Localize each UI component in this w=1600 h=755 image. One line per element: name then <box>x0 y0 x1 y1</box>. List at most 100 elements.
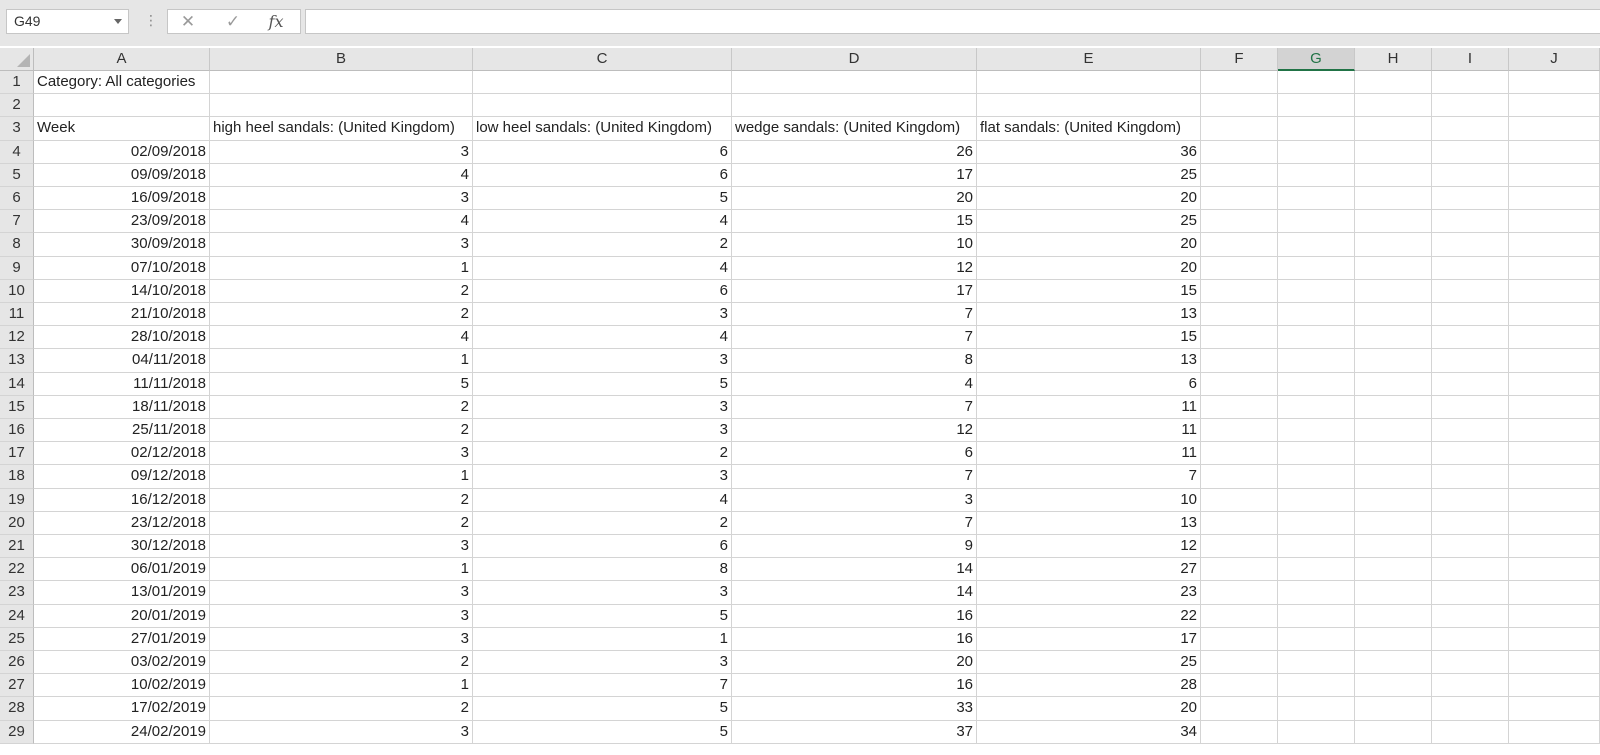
cell[interactable] <box>1432 279 1509 303</box>
cell[interactable] <box>1201 395 1278 419</box>
cell[interactable]: 25/11/2018 <box>34 419 210 443</box>
cell[interactable] <box>1432 256 1509 280</box>
cell[interactable]: 1 <box>210 256 473 280</box>
cell[interactable] <box>1432 210 1509 234</box>
cell[interactable] <box>1355 71 1432 95</box>
cell[interactable] <box>1201 94 1278 118</box>
cell[interactable]: 4 <box>210 326 473 350</box>
cell[interactable]: 25 <box>977 651 1201 675</box>
cell[interactable] <box>1355 511 1432 535</box>
cell[interactable]: 7 <box>732 511 977 535</box>
cell[interactable]: Week <box>34 117 210 141</box>
cell[interactable] <box>1278 210 1355 234</box>
cell[interactable]: 16/12/2018 <box>34 488 210 512</box>
cell[interactable]: 3 <box>473 651 732 675</box>
cell[interactable]: 11 <box>977 395 1201 419</box>
cell[interactable]: 26 <box>732 140 977 164</box>
cell[interactable] <box>1509 535 1600 559</box>
cell[interactable]: 2 <box>210 651 473 675</box>
column-header-h[interactable]: H <box>1355 48 1432 71</box>
cell[interactable] <box>1432 94 1509 118</box>
cell[interactable]: 25 <box>977 210 1201 234</box>
cell[interactable] <box>1201 651 1278 675</box>
cell[interactable]: 11/11/2018 <box>34 372 210 396</box>
cell[interactable] <box>1201 256 1278 280</box>
cell[interactable]: 16 <box>732 627 977 651</box>
cell[interactable]: 4 <box>732 372 977 396</box>
row-header[interactable]: 21 <box>0 535 34 559</box>
cell[interactable]: 3 <box>210 535 473 559</box>
cell[interactable] <box>1278 395 1355 419</box>
cell[interactable]: 2 <box>210 419 473 443</box>
cell[interactable] <box>1509 140 1600 164</box>
cell[interactable] <box>1278 71 1355 95</box>
cell[interactable]: 23 <box>977 581 1201 605</box>
cell[interactable] <box>1201 697 1278 721</box>
cell[interactable]: 18/11/2018 <box>34 395 210 419</box>
cell[interactable] <box>1432 395 1509 419</box>
cell[interactable]: 7 <box>732 326 977 350</box>
cell[interactable] <box>1201 279 1278 303</box>
cell[interactable]: 5 <box>473 720 732 744</box>
cell[interactable]: 4 <box>473 326 732 350</box>
cell[interactable] <box>1432 372 1509 396</box>
cell[interactable]: 2 <box>210 395 473 419</box>
cell[interactable]: 33 <box>732 697 977 721</box>
cell[interactable]: 12 <box>977 535 1201 559</box>
cell[interactable]: 6 <box>473 163 732 187</box>
row-header[interactable]: 3 <box>0 117 34 141</box>
cell[interactable] <box>1355 210 1432 234</box>
cell[interactable]: 15 <box>732 210 977 234</box>
cell[interactable]: 3 <box>473 419 732 443</box>
row-header[interactable]: 15 <box>0 395 34 419</box>
column-header-c[interactable]: C <box>473 48 732 71</box>
cell[interactable] <box>1278 488 1355 512</box>
cell[interactable]: 14 <box>732 581 977 605</box>
cell[interactable]: 3 <box>732 488 977 512</box>
cell[interactable] <box>1278 163 1355 187</box>
row-header[interactable]: 16 <box>0 419 34 443</box>
cell[interactable] <box>1432 581 1509 605</box>
row-header[interactable]: 11 <box>0 303 34 327</box>
cell[interactable]: 03/02/2019 <box>34 651 210 675</box>
cell[interactable]: 06/01/2019 <box>34 558 210 582</box>
cell[interactable]: 2 <box>210 697 473 721</box>
cell[interactable] <box>1509 627 1600 651</box>
cell[interactable]: 20 <box>977 256 1201 280</box>
cell[interactable]: 07/10/2018 <box>34 256 210 280</box>
cell[interactable] <box>1509 558 1600 582</box>
cell[interactable]: 2 <box>210 279 473 303</box>
cell[interactable]: 17 <box>977 627 1201 651</box>
cell[interactable] <box>1355 117 1432 141</box>
cell[interactable]: 28 <box>977 674 1201 698</box>
cell[interactable] <box>1278 279 1355 303</box>
cell[interactable] <box>1278 349 1355 373</box>
cell[interactable] <box>1201 71 1278 95</box>
cell[interactable]: 13 <box>977 303 1201 327</box>
cell[interactable]: 25 <box>977 163 1201 187</box>
cell[interactable]: 3 <box>210 581 473 605</box>
cell[interactable] <box>1509 720 1600 744</box>
cell[interactable] <box>1509 395 1600 419</box>
cell[interactable]: 5 <box>210 372 473 396</box>
cell[interactable] <box>1432 140 1509 164</box>
row-header[interactable]: 1 <box>0 71 34 95</box>
cell[interactable]: 11 <box>977 419 1201 443</box>
row-header[interactable]: 26 <box>0 651 34 675</box>
cell[interactable]: 23/09/2018 <box>34 210 210 234</box>
cell[interactable]: 36 <box>977 140 1201 164</box>
cell[interactable] <box>1355 326 1432 350</box>
row-header[interactable]: 23 <box>0 581 34 605</box>
cell[interactable]: 2 <box>210 303 473 327</box>
column-header-f[interactable]: F <box>1201 48 1278 71</box>
name-box[interactable]: G49 <box>6 9 129 34</box>
cell[interactable] <box>1432 349 1509 373</box>
cell[interactable]: 37 <box>732 720 977 744</box>
cell[interactable] <box>1509 256 1600 280</box>
cell[interactable] <box>1432 465 1509 489</box>
row-header[interactable]: 9 <box>0 256 34 280</box>
cell[interactable]: flat sandals: (United Kingdom) <box>977 117 1201 141</box>
cell[interactable] <box>1355 279 1432 303</box>
cell[interactable]: 3 <box>473 465 732 489</box>
cell[interactable] <box>1278 535 1355 559</box>
